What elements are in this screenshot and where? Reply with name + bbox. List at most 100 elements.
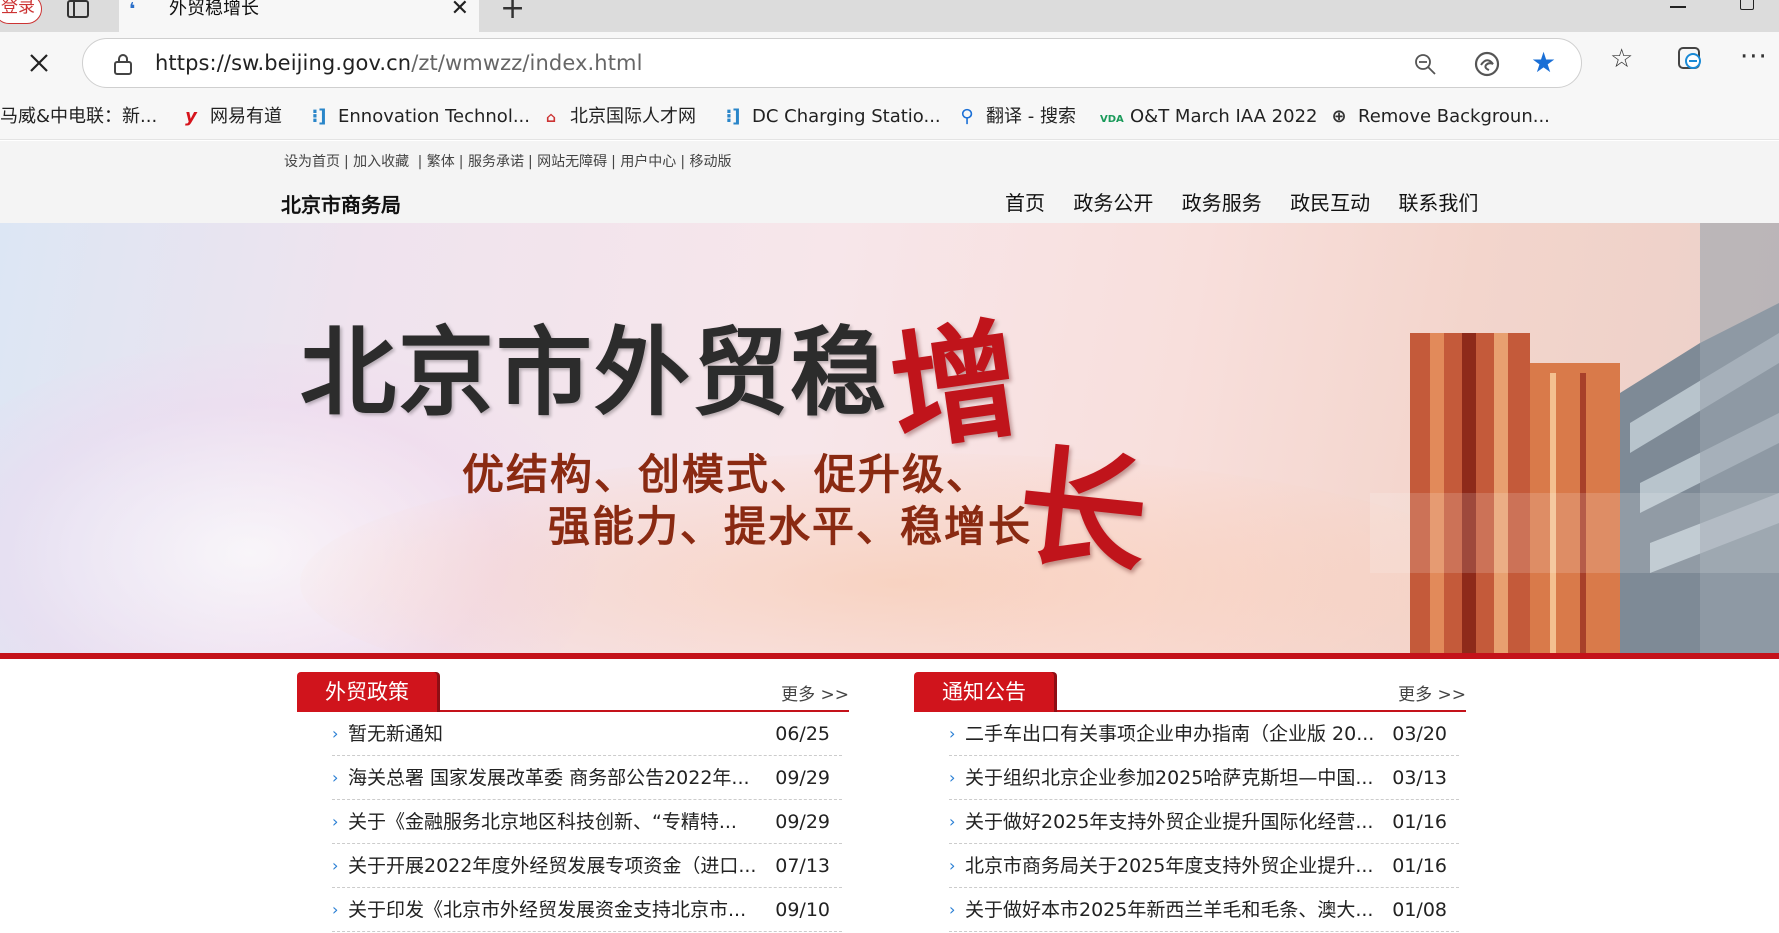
item-date: 01/16 xyxy=(1392,811,1447,833)
chevron-right-icon: › xyxy=(949,812,956,831)
policy-list: › 暂无新通知 06/25 › 海关总署 国家发展改革委 商务部公告2022年... 0… xyxy=(332,712,842,932)
utility-link-favorite[interactable]: 加入收藏 xyxy=(353,154,409,170)
notice-list: › 二手车出口有关事项企业申办指南（企业版 20... 03/20 › 关于组织北京企… xyxy=(949,712,1459,932)
chevron-right-icon: › xyxy=(332,812,339,831)
collections-icon[interactable] xyxy=(1676,44,1704,72)
login-button[interactable]: 登录 xyxy=(0,0,42,24)
nav-contact[interactable]: 联系我们 xyxy=(1398,191,1478,215)
browser-tab-bar: 登录 ❛ 外贸稳增长 ✕ + xyxy=(0,0,1779,32)
tab-close-icon[interactable]: ✕ xyxy=(451,0,469,20)
bookmark-label: DC Charging Statio... xyxy=(752,106,941,127)
bookmark-label: 网易有道 xyxy=(210,106,282,127)
tab-actions-icon[interactable] xyxy=(67,0,89,20)
list-item[interactable]: › 关于组织北京企业参加2025哈萨克斯坦—中国... 03/13 xyxy=(949,756,1459,800)
list-item[interactable]: › 关于开展2022年度外经贸发展专项资金（进口... 07/13 xyxy=(332,844,842,888)
utility-link-user-center[interactable]: 用户中心 xyxy=(620,154,676,170)
nav-home[interactable]: 首页 xyxy=(1005,191,1045,215)
notice-heading[interactable]: 通知公告 xyxy=(914,672,1054,712)
talent-icon: ⌂ xyxy=(545,110,557,126)
item-date: 07/13 xyxy=(775,855,830,877)
window-minimize-icon[interactable] xyxy=(1670,6,1686,8)
utility-link-commitment[interactable]: 服务承诺 xyxy=(468,154,524,170)
url-host: https://sw.beijing.gov.cn xyxy=(155,51,412,75)
item-date: 09/29 xyxy=(775,811,830,833)
policy-heading[interactable]: 外贸政策 xyxy=(297,672,437,712)
bookmark-item[interactable]: y 网易有道 xyxy=(180,104,282,130)
ennovation-icon: ⁝] xyxy=(311,106,327,127)
chevron-right-icon: › xyxy=(332,724,339,743)
list-item[interactable]: › 二手车出口有关事项企业申办指南（企业版 20... 03/20 xyxy=(949,712,1459,756)
site-header: 设为首页 | 加入收藏 | 繁体 | 服务承诺 | 网站无障碍 | 用户中心 | 移动版 … xyxy=(0,141,1779,223)
url-text[interactable]: https://sw.beijing.gov.cn/zt/wmwzz/index… xyxy=(155,51,643,75)
address-bar-row: https://sw.beijing.gov.cn/zt/wmwzz/index… xyxy=(0,32,1779,96)
item-title[interactable]: 暂无新通知 xyxy=(348,712,758,756)
item-date: 09/10 xyxy=(775,899,830,921)
bookmark-item[interactable]: ⊕ Remove Backgroun... xyxy=(1328,104,1549,130)
banner-subtitle-2: 强能力、提水平、稳增长 xyxy=(548,502,1033,551)
item-date: 01/16 xyxy=(1392,855,1447,877)
notice-more-link[interactable]: 更多 >> xyxy=(1398,680,1466,705)
bookmark-item[interactable]: ⁝] DC Charging Statio... xyxy=(722,104,941,130)
dc-charging-icon: ⁝] xyxy=(725,106,741,127)
list-item[interactable]: › 北京市商务局关于2025年度支持外贸企业提升... 01/16 xyxy=(949,844,1459,888)
url-path: /zt/wmwzz/index.html xyxy=(411,51,643,75)
list-item[interactable]: › 关于《金融服务北京地区科技创新、“专精特... 09/29 xyxy=(332,800,842,844)
search-icon: ⚲ xyxy=(960,106,974,127)
item-title[interactable]: 海关总署 国家发展改革委 商务部公告2022年... xyxy=(348,756,758,800)
utility-link-home[interactable]: 设为首页 xyxy=(284,154,340,170)
item-title[interactable]: 二手车出口有关事项企业申办指南（企业版 20... xyxy=(965,712,1375,756)
bookmark-label: 马威&中电联：新... xyxy=(0,106,158,127)
site-name[interactable]: 北京市商务局 xyxy=(281,189,401,218)
utility-link-accessibility[interactable]: 网站无障碍 xyxy=(537,154,607,170)
chevron-right-icon: › xyxy=(949,900,956,919)
bookmark-label: Ennovation Technol... xyxy=(338,106,530,127)
item-title[interactable]: 北京市商务局关于2025年度支持外贸企业提升... xyxy=(965,844,1375,888)
policy-more-link[interactable]: 更多 >> xyxy=(781,680,849,705)
item-title[interactable]: 关于组织北京企业参加2025哈萨克斯坦—中国... xyxy=(965,756,1375,800)
utility-links: 设为首页 | 加入收藏 | 繁体 | 服务承诺 | 网站无障碍 | 用户中心 | 移动版 xyxy=(284,154,732,170)
list-item[interactable]: › 海关总署 国家发展改革委 商务部公告2022年... 09/29 xyxy=(332,756,842,800)
chevron-right-icon: › xyxy=(949,768,956,787)
item-title[interactable]: 关于做好2025年支持外贸企业提升国际化经营... xyxy=(965,800,1375,844)
stop-loading-icon[interactable] xyxy=(26,50,52,76)
nav-interaction[interactable]: 政民互动 xyxy=(1290,191,1370,215)
item-title[interactable]: 关于印发《北京市外经贸发展资金支持北京市... xyxy=(348,888,758,932)
bookmark-label: O&T March IAA 2022 xyxy=(1130,106,1318,127)
tab-title: 外贸稳增长 xyxy=(169,0,259,19)
new-tab-icon[interactable]: + xyxy=(500,0,525,24)
item-date: 01/08 xyxy=(1392,899,1447,921)
policy-header: 外贸政策 更多 >> xyxy=(297,672,849,712)
zoom-out-icon[interactable] xyxy=(1413,52,1437,76)
globe-icon: ⊕ xyxy=(1331,106,1347,127)
item-date: 03/20 xyxy=(1392,723,1447,745)
lock-icon[interactable] xyxy=(113,53,133,75)
item-title[interactable]: 关于做好本市2025年新西兰羊毛和毛条、澳大... xyxy=(965,888,1375,932)
list-item[interactable]: › 关于做好2025年支持外贸企业提升国际化经营... 01/16 xyxy=(949,800,1459,844)
bookmark-item[interactable]: 马威&中电联：新... xyxy=(0,104,157,130)
edge-copilot-icon[interactable] xyxy=(1473,50,1501,78)
bookmark-item[interactable]: VDA O&T March IAA 2022 xyxy=(1100,104,1317,130)
list-item[interactable]: › 关于做好本市2025年新西兰羊毛和毛条、澳大... 01/08 xyxy=(949,888,1459,932)
item-title[interactable]: 关于《金融服务北京地区科技创新、“专精特... xyxy=(348,800,758,844)
chevron-right-icon: › xyxy=(332,856,339,875)
list-item[interactable]: › 关于印发《北京市外经贸发展资金支持北京市... 09/10 xyxy=(332,888,842,932)
nav-gov-open[interactable]: 政务公开 xyxy=(1073,191,1153,215)
item-date: 03/13 xyxy=(1392,767,1447,789)
more-menu-icon[interactable]: ··· xyxy=(1740,44,1768,70)
utility-link-mobile[interactable]: 移动版 xyxy=(689,154,731,170)
list-item[interactable]: › 暂无新通知 06/25 xyxy=(332,712,842,756)
bookmarks-bar: 马威&中电联：新... y 网易有道 ⁝] Ennovation Technol..… xyxy=(0,96,1779,140)
tab-active[interactable]: ❛ 外贸稳增长 ✕ xyxy=(119,0,479,32)
bookmark-item[interactable]: ⁝] Ennovation Technol... xyxy=(308,104,530,130)
item-date: 09/29 xyxy=(775,767,830,789)
nav-gov-service[interactable]: 政务服务 xyxy=(1182,191,1262,215)
favorites-icon[interactable]: ☆ xyxy=(1610,46,1633,72)
window-restore-icon[interactable] xyxy=(1740,0,1754,10)
address-bar[interactable]: https://sw.beijing.gov.cn/zt/wmwzz/index… xyxy=(82,38,1582,88)
item-date: 06/25 xyxy=(775,723,830,745)
utility-link-traditional[interactable]: 繁体 xyxy=(427,154,455,170)
bookmark-item[interactable]: ⌂ 北京国际人才网 xyxy=(540,104,696,130)
item-title[interactable]: 关于开展2022年度外经贸发展专项资金（进口... xyxy=(348,844,758,888)
bookmark-item[interactable]: ⚲ 翻译 - 搜索 xyxy=(956,104,1076,130)
favorite-star-icon[interactable]: ★ xyxy=(1531,49,1556,77)
